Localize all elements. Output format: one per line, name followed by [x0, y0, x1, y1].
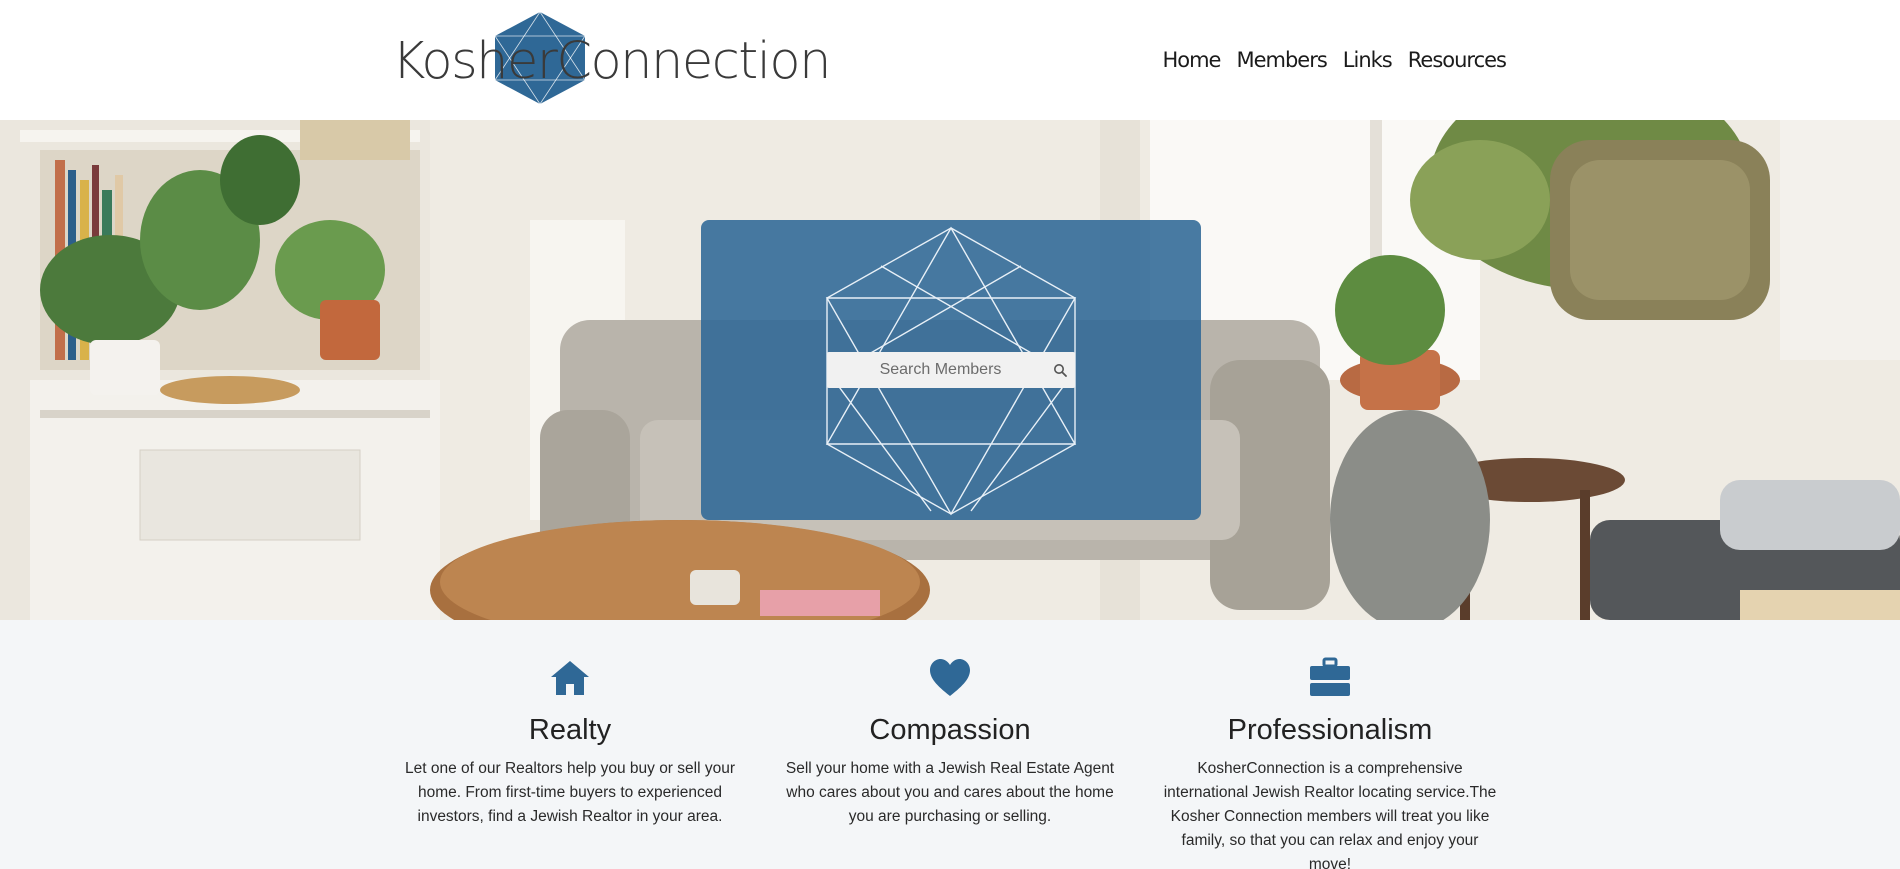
feature-compassion: Compassion Sell your home with a Jewish …: [775, 620, 1125, 829]
features-section: Realty Let one of our Realtors help you …: [0, 620, 1900, 869]
feature-realty: Realty Let one of our Realtors help you …: [395, 620, 745, 829]
nav-resources-link[interactable]: Resources: [1408, 48, 1507, 72]
search-panel: [701, 220, 1201, 520]
feature-professionalism: Professionalism KosherConnection is a co…: [1155, 620, 1505, 869]
nav-home-link[interactable]: Home: [1162, 48, 1221, 72]
logo-wordmark: KosherConnection: [392, 32, 831, 91]
logo-word-kosher: Kosher: [392, 32, 558, 91]
site-header: KosherConnection Home Members Links Reso…: [0, 0, 1900, 120]
briefcase-icon: [1310, 657, 1350, 696]
feature-description: Let one of our Realtors help you buy or …: [405, 760, 735, 825]
feature-description: KosherConnection is a comprehensive inte…: [1163, 760, 1497, 869]
search-icon: [1053, 364, 1067, 377]
feature-description: Sell your home with a Jewish Real Estate…: [785, 760, 1115, 825]
heart-icon: [930, 659, 970, 696]
nav-members-link[interactable]: Members: [1236, 48, 1327, 72]
search-members-input[interactable]: [827, 352, 1044, 388]
feature-title: Professionalism: [1227, 714, 1433, 746]
feature-title: Realty: [528, 714, 612, 746]
nav-links-link[interactable]: Links: [1343, 48, 1393, 72]
feature-title: Compassion: [869, 714, 1031, 746]
site-logo[interactable]: KosherConnection: [392, 10, 831, 108]
hero-banner: [0, 120, 1900, 620]
logo-word-connection: Connection: [556, 32, 831, 91]
home-icon: [551, 661, 589, 695]
search-box: [827, 352, 1075, 388]
main-nav: Home Members Links Resources: [1162, 48, 1507, 72]
search-button[interactable]: [1044, 352, 1075, 388]
